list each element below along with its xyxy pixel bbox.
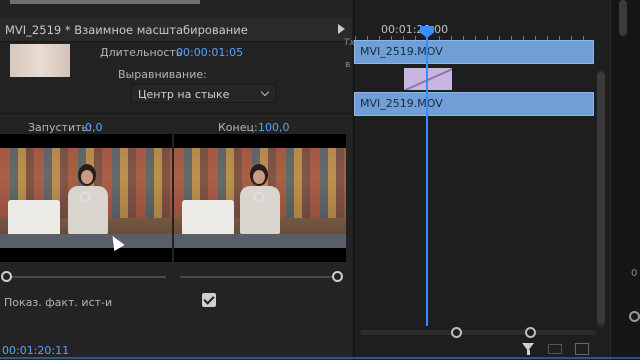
start-slider-knob[interactable]: [1, 271, 12, 282]
zoom-handle-right[interactable]: [525, 327, 536, 338]
chevron-down-icon: [260, 87, 270, 97]
center-point-handle[interactable]: [254, 192, 264, 202]
step-icon[interactable]: [548, 344, 562, 354]
start-preview-frame: [0, 134, 172, 262]
current-time[interactable]: 00:01:20:11: [2, 344, 69, 357]
clip-b[interactable]: MVI_2519.MOV: [354, 92, 594, 116]
effect-controls-header: MVI_2519 * Взаимное масштабирование: [0, 18, 352, 42]
transition-thumbnail: [10, 44, 70, 77]
zoom-handle-left[interactable]: [451, 327, 462, 338]
end-preview-frame: [174, 134, 346, 262]
playhead-line[interactable]: [426, 36, 428, 326]
time-ruler[interactable]: 00:01:20:00: [355, 18, 611, 40]
start-slider-track[interactable]: [8, 276, 166, 278]
alignment-value: Центр на стыке: [138, 88, 230, 101]
center-point-handle[interactable]: [80, 192, 90, 202]
filter-icon-stem: [527, 350, 530, 355]
adjacent-zero-label: 0: [631, 268, 638, 279]
start-value[interactable]: 0,0: [85, 121, 103, 134]
end-label: Конец:: [218, 121, 258, 134]
effect-title: MVI_2519 * Взаимное масштабирование: [5, 23, 248, 37]
cross-zoom-transition[interactable]: [404, 68, 452, 90]
export-icon[interactable]: [575, 343, 589, 355]
adjacent-panel: [610, 0, 640, 360]
play-icon[interactable]: [338, 24, 345, 34]
bottom-accent-line: [0, 357, 640, 359]
ruler-time: 00:01:20:00: [381, 23, 449, 36]
duration-label: Длительность: [100, 46, 183, 59]
show-actual-label: Показ. факт. ист-и: [4, 296, 113, 309]
side-label-mid: в: [345, 60, 351, 70]
adjacent-slider-knob[interactable]: [629, 311, 640, 322]
end-slider-track[interactable]: [180, 276, 338, 278]
tab-indicator: [10, 0, 200, 4]
show-actual-checkbox[interactable]: [202, 293, 216, 307]
clip-a[interactable]: MVI_2519.MOV: [354, 40, 594, 64]
clip-label: MVI_2519.MOV: [360, 97, 443, 110]
horizontal-scrollbar[interactable]: [360, 330, 596, 335]
duration-value[interactable]: 00:00:01:05: [176, 46, 243, 59]
end-slider-knob[interactable]: [332, 271, 343, 282]
alignment-dropdown[interactable]: Центр на стыке: [131, 84, 276, 103]
start-label: Запустить:: [28, 121, 92, 134]
vertical-scrollbar-thumb[interactable]: [597, 72, 605, 324]
clip-label: MVI_2519.MOV: [360, 45, 443, 58]
end-value[interactable]: 100,0: [258, 121, 290, 134]
adjacent-scrollbar-thumb[interactable]: [619, 0, 627, 36]
alignment-label: Выравнивание:: [118, 68, 207, 81]
divider: [0, 113, 352, 114]
